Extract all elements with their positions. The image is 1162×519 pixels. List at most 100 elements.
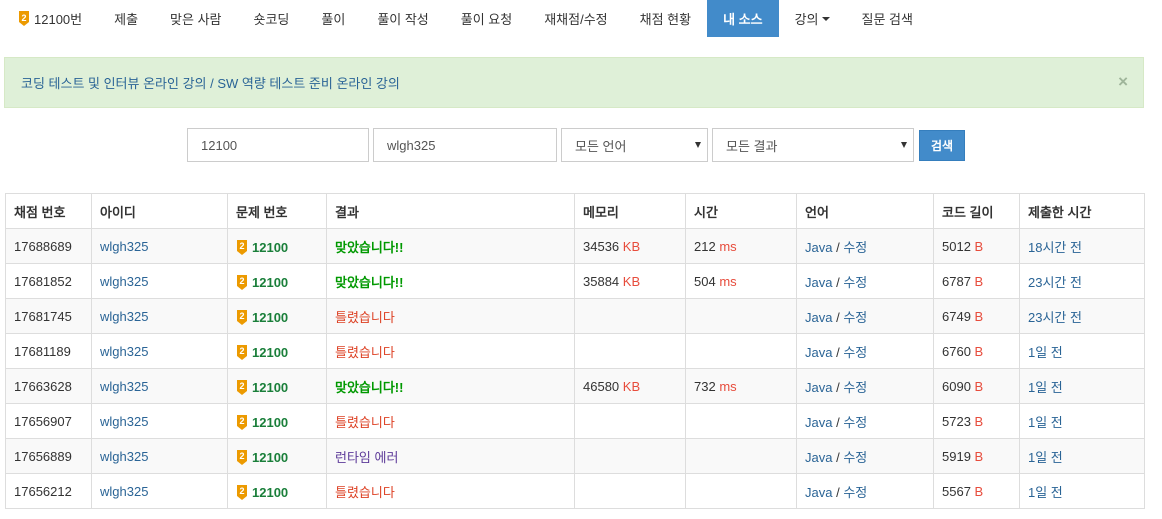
submitted-time-link[interactable]: 23시간 전 bbox=[1028, 310, 1082, 325]
problem-link[interactable]: 2 12100 bbox=[236, 484, 288, 500]
memory-cell: 35884 KB bbox=[574, 263, 686, 299]
memory-unit: KB bbox=[622, 238, 641, 254]
code-length-unit: B bbox=[974, 343, 984, 359]
table-row: 17681852 wlgh325 2 12100 맞았습니다!! 35884 K… bbox=[5, 263, 1145, 299]
close-icon[interactable]: × bbox=[1118, 72, 1128, 92]
nav-submit[interactable]: 제출 bbox=[98, 0, 154, 37]
submitted-time-link[interactable]: 1일 전 bbox=[1028, 415, 1063, 430]
user-id-input[interactable]: wlgh325 bbox=[373, 128, 557, 162]
user-link[interactable]: wlgh325 bbox=[100, 309, 148, 324]
problem-cell: 2 12100 bbox=[227, 228, 327, 264]
language-link[interactable]: Java bbox=[805, 380, 832, 395]
memory-cell bbox=[574, 438, 686, 474]
submitted-time-cell: 1일 전 bbox=[1019, 368, 1145, 404]
code-length-value: 6090 bbox=[942, 378, 971, 394]
nav-short-coding[interactable]: 숏코딩 bbox=[238, 0, 306, 37]
edit-link[interactable]: 수정 bbox=[843, 450, 867, 465]
user-link[interactable]: wlgh325 bbox=[100, 379, 148, 394]
language-select-value: 모든 언어 bbox=[575, 138, 627, 154]
edit-link[interactable]: 수정 bbox=[843, 415, 867, 430]
time-unit: ms bbox=[719, 238, 737, 254]
submitted-time-cell: 1일 전 bbox=[1019, 333, 1145, 369]
language-link[interactable]: Java bbox=[805, 275, 832, 290]
problem-cell: 2 12100 bbox=[227, 368, 327, 404]
problem-cell: 2 12100 bbox=[227, 473, 327, 509]
gold-tier-icon: 2 bbox=[18, 11, 30, 26]
user-cell: wlgh325 bbox=[91, 438, 228, 474]
problem-id: 12100 bbox=[252, 344, 289, 360]
nav-request-solution[interactable]: 풀이 요청 bbox=[445, 0, 528, 37]
language-cell: Java / 수정 bbox=[796, 263, 934, 299]
language-cell: Java / 수정 bbox=[796, 333, 934, 369]
submitted-time-cell: 23시간 전 bbox=[1019, 298, 1145, 334]
nav-lecture-label: 강의 bbox=[794, 12, 819, 27]
code-length-cell: 6760 B bbox=[933, 333, 1020, 369]
lecture-alert-link[interactable]: 코딩 테스트 및 인터뷰 온라인 강의 / SW 역량 테스트 준비 온라인 강… bbox=[21, 73, 400, 92]
nav-solutions[interactable]: 풀이 bbox=[305, 0, 361, 37]
user-cell: wlgh325 bbox=[91, 228, 228, 264]
submitted-time-link[interactable]: 18시간 전 bbox=[1028, 240, 1082, 255]
submission-id: 17656889 bbox=[5, 438, 92, 474]
nav-lecture-dropdown[interactable]: 강의 bbox=[779, 0, 846, 37]
problem-link[interactable]: 2 12100 bbox=[236, 414, 288, 430]
problem-link[interactable]: 2 12100 bbox=[236, 239, 288, 255]
nav-my-source[interactable]: 내 소스 bbox=[707, 0, 779, 37]
language-cell: Java / 수정 bbox=[796, 438, 934, 474]
submitted-time-cell: 18시간 전 bbox=[1019, 228, 1145, 264]
edit-link[interactable]: 수정 bbox=[843, 485, 867, 500]
user-cell: wlgh325 bbox=[91, 368, 228, 404]
edit-link[interactable]: 수정 bbox=[843, 345, 867, 360]
language-select[interactable]: 모든 언어 bbox=[561, 128, 708, 162]
result-text: 틀렸습니다 bbox=[335, 414, 395, 430]
nav-qa-search[interactable]: 질문 검색 bbox=[846, 0, 929, 37]
submitted-time-link[interactable]: 1일 전 bbox=[1028, 345, 1063, 360]
user-link[interactable]: wlgh325 bbox=[100, 414, 148, 429]
problem-id-input[interactable]: 12100 bbox=[187, 128, 369, 162]
submitted-time-link[interactable]: 1일 전 bbox=[1028, 485, 1063, 500]
time-cell bbox=[685, 473, 797, 509]
search-button[interactable]: 검색 bbox=[919, 130, 966, 161]
user-link[interactable]: wlgh325 bbox=[100, 239, 148, 254]
problem-link[interactable]: 2 12100 bbox=[236, 379, 288, 395]
result-select-value: 모든 결과 bbox=[726, 138, 778, 154]
result-cell: 틀렸습니다 bbox=[326, 298, 575, 334]
problem-link[interactable]: 2 12100 bbox=[236, 274, 288, 290]
language-link[interactable]: Java bbox=[805, 240, 832, 255]
nav-problem[interactable]: 2 12100번 bbox=[4, 0, 98, 37]
problem-link[interactable]: 2 12100 bbox=[236, 449, 288, 465]
user-link[interactable]: wlgh325 bbox=[100, 344, 148, 359]
gold-tier-icon: 2 bbox=[236, 379, 248, 395]
nav-solved-users[interactable]: 맞은 사람 bbox=[154, 0, 237, 37]
submitted-time-link[interactable]: 1일 전 bbox=[1028, 380, 1063, 395]
memory-unit: KB bbox=[622, 273, 641, 289]
edit-link[interactable]: 수정 bbox=[843, 310, 867, 325]
edit-link[interactable]: 수정 bbox=[843, 275, 867, 290]
memory-unit: KB bbox=[622, 378, 641, 394]
language-separator: / bbox=[832, 309, 844, 325]
language-link[interactable]: Java bbox=[805, 485, 832, 500]
user-link[interactable]: wlgh325 bbox=[100, 484, 148, 499]
edit-link[interactable]: 수정 bbox=[843, 380, 867, 395]
problem-link[interactable]: 2 12100 bbox=[236, 309, 288, 325]
dropdown-arrow-icon bbox=[901, 142, 907, 148]
user-link[interactable]: wlgh325 bbox=[100, 449, 148, 464]
language-link[interactable]: Java bbox=[805, 415, 832, 430]
user-cell: wlgh325 bbox=[91, 473, 228, 509]
problem-link[interactable]: 2 12100 bbox=[236, 344, 289, 360]
language-separator: / bbox=[832, 274, 844, 290]
nav-write-solution[interactable]: 풀이 작성 bbox=[361, 0, 444, 37]
submitted-time-link[interactable]: 1일 전 bbox=[1028, 450, 1063, 465]
submitted-time-link[interactable]: 23시간 전 bbox=[1028, 275, 1082, 290]
language-link[interactable]: Java bbox=[805, 450, 832, 465]
nav-rejudge[interactable]: 재채점/수정 bbox=[528, 0, 623, 37]
result-cell: 런타임 에러 bbox=[326, 438, 575, 474]
time-cell bbox=[685, 298, 797, 334]
time-unit: ms bbox=[719, 378, 737, 394]
result-select[interactable]: 모든 결과 bbox=[712, 128, 914, 162]
nav-status[interactable]: 채점 현황 bbox=[624, 0, 707, 37]
language-link[interactable]: Java bbox=[805, 345, 832, 360]
edit-link[interactable]: 수정 bbox=[843, 240, 867, 255]
header-result: 결과 bbox=[326, 193, 575, 229]
user-link[interactable]: wlgh325 bbox=[100, 274, 148, 289]
language-link[interactable]: Java bbox=[805, 310, 832, 325]
